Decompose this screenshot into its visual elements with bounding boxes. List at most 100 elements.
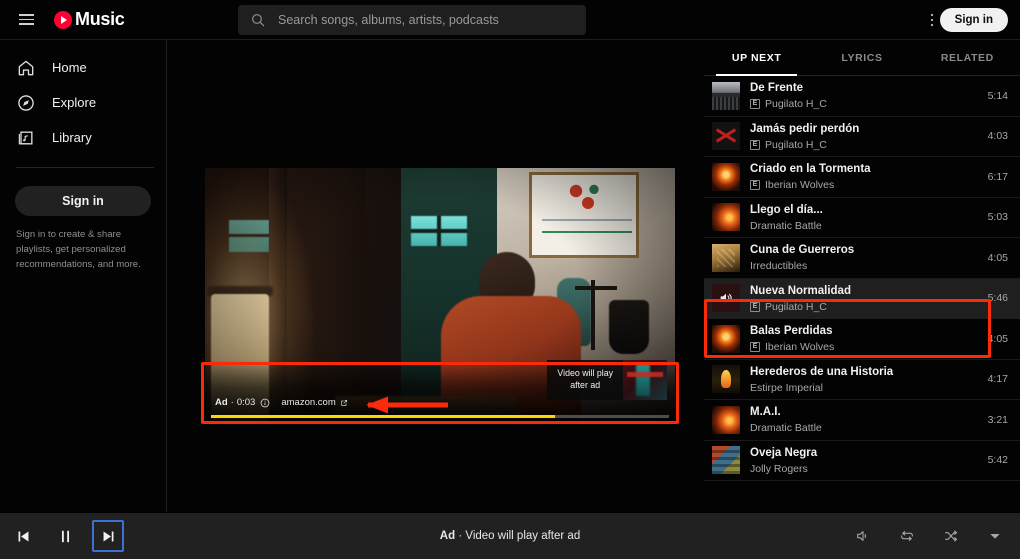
tab-related[interactable]: RELATED bbox=[915, 40, 1020, 75]
track-title: Jamás pedir perdón bbox=[750, 122, 980, 137]
track-subtitle: Estirpe Imperial bbox=[750, 382, 980, 394]
playback-controls bbox=[8, 520, 124, 552]
queue-item-current[interactable]: Nueva NormalidadEPugilato H_C5:46 bbox=[704, 279, 1020, 320]
track-subtitle: EPugilato H_C bbox=[750, 98, 980, 110]
track-artist: Iberian Wolves bbox=[765, 341, 834, 353]
track-duration: 4:17 bbox=[988, 373, 1008, 385]
next-button[interactable] bbox=[92, 520, 124, 552]
track-duration: 5:03 bbox=[988, 211, 1008, 223]
previous-button[interactable] bbox=[8, 521, 38, 551]
repeat-button[interactable] bbox=[892, 521, 922, 551]
track-artist: Pugilato H_C bbox=[765, 98, 827, 110]
track-artist: Estirpe Imperial bbox=[750, 382, 823, 394]
queue-item[interactable]: Balas PerdidasEIberian Wolves4:05 bbox=[704, 319, 1020, 360]
queue-item[interactable]: M.A.I. Dramatic Battle 3:21 bbox=[704, 400, 1020, 441]
track-duration: 5:14 bbox=[988, 90, 1008, 102]
up-next-list: De FrenteEPugilato H_C 5:14 Jamás pedir pe… bbox=[704, 76, 1020, 481]
track-info: Nueva NormalidadEPugilato H_C bbox=[750, 284, 980, 313]
track-title: Herederos de una Historia bbox=[750, 365, 980, 380]
youtube-music-app: Music Sign in Home Explore bbox=[0, 0, 1020, 559]
track-thumbnail bbox=[712, 365, 740, 393]
brand-title: Music bbox=[75, 9, 125, 30]
search-bar[interactable] bbox=[238, 5, 586, 35]
signin-button-topbar[interactable]: Sign in bbox=[940, 8, 1008, 32]
queue-item[interactable]: Llego el día...Dramatic Battle5:03 bbox=[704, 198, 1020, 239]
pause-button[interactable] bbox=[50, 521, 80, 551]
player-right-controls bbox=[848, 521, 1010, 551]
sidebar-item-home[interactable]: Home bbox=[0, 50, 166, 85]
track-artist: Jolly Rogers bbox=[750, 463, 808, 475]
track-artist: Irreductibles bbox=[750, 260, 807, 272]
next-video-thumbnail bbox=[623, 360, 667, 400]
brand-logo[interactable]: Music bbox=[54, 9, 125, 30]
queue-item[interactable]: De FrenteEPugilato H_C 5:14 bbox=[704, 76, 1020, 117]
top-bar: Music Sign in bbox=[0, 0, 1020, 40]
track-subtitle: Irreductibles bbox=[750, 260, 980, 272]
ad-metadata: Ad · 0:03 amazon.com bbox=[215, 397, 348, 408]
library-icon bbox=[16, 128, 36, 148]
video-after-ad-badge[interactable]: Video will play after ad bbox=[547, 360, 667, 400]
expand-button[interactable] bbox=[980, 521, 1010, 551]
track-artist: Pugilato H_C bbox=[765, 301, 827, 313]
track-info: Jamás pedir perdónEPugilato H_C bbox=[750, 122, 980, 151]
queue-item[interactable]: Oveja Negra Jolly Rogers 5:42 bbox=[704, 441, 1020, 482]
speaker-icon bbox=[718, 290, 734, 306]
track-thumbnail bbox=[712, 284, 740, 312]
volume-button[interactable] bbox=[848, 521, 878, 551]
player-bar: Ad · Video will play after ad bbox=[0, 512, 1020, 559]
shuffle-button[interactable] bbox=[936, 521, 966, 551]
track-info: Cuna de Guerreros Irreductibles bbox=[750, 243, 980, 272]
queue-item[interactable]: Criado en la TormentaEIberian Wolves6:17 bbox=[704, 157, 1020, 198]
ad-progress-fill bbox=[211, 415, 555, 418]
playerbar-status-text: Video will play after ad bbox=[465, 530, 580, 542]
hamburger-icon[interactable] bbox=[6, 0, 46, 40]
tab-lyrics[interactable]: LYRICS bbox=[809, 40, 914, 75]
track-subtitle: EPugilato H_C bbox=[750, 301, 980, 313]
track-title: Oveja Negra bbox=[750, 446, 980, 461]
sidebar-item-label: Home bbox=[52, 60, 87, 75]
home-icon bbox=[16, 58, 36, 78]
pause-icon bbox=[57, 528, 74, 545]
track-subtitle: Jolly Rogers bbox=[750, 463, 980, 475]
sidebar-item-library[interactable]: Library bbox=[0, 120, 166, 155]
track-duration: 4:05 bbox=[988, 252, 1008, 264]
track-artist: Iberian Wolves bbox=[765, 179, 834, 191]
ad-progress-bar[interactable] bbox=[211, 415, 669, 418]
info-circle-icon[interactable] bbox=[260, 398, 270, 408]
queue-item[interactable]: Cuna de Guerreros Irreductibles 4:05 bbox=[704, 238, 1020, 279]
track-artist: Dramatic Battle bbox=[750, 422, 822, 434]
track-duration: 5:42 bbox=[988, 454, 1008, 466]
sidebar: Home Explore Library Sign in Sign in to … bbox=[0, 40, 167, 512]
track-title: Criado en la Tormenta bbox=[750, 162, 980, 177]
search-input[interactable] bbox=[278, 13, 574, 27]
skip-previous-icon bbox=[15, 528, 32, 545]
video-player[interactable]: Video will play after ad Ad · 0:03 amazo… bbox=[205, 168, 675, 422]
track-duration: 4:05 bbox=[988, 333, 1008, 345]
ad-remaining-time: 0:03 bbox=[237, 397, 256, 408]
track-thumbnail bbox=[712, 163, 740, 191]
ad-separator: · bbox=[231, 397, 234, 408]
track-subtitle: Dramatic Battle bbox=[750, 422, 980, 434]
main-content: Video will play after ad Ad · 0:03 amazo… bbox=[167, 40, 704, 512]
track-title: Llego el día... bbox=[750, 203, 980, 218]
track-duration: 3:21 bbox=[988, 414, 1008, 426]
sidebar-item-explore[interactable]: Explore bbox=[0, 85, 166, 120]
track-thumbnail bbox=[712, 203, 740, 231]
ad-advertiser-url[interactable]: amazon.com bbox=[281, 397, 335, 408]
track-title: Cuna de Guerreros bbox=[750, 243, 980, 258]
queue-item[interactable]: Herederos de una Historia Estirpe Imperia… bbox=[704, 360, 1020, 401]
skip-next-icon bbox=[100, 528, 117, 545]
queue-panel: UP NEXTLYRICSRELATED De FrenteEPugilato … bbox=[704, 40, 1020, 512]
tab-up-next[interactable]: UP NEXT bbox=[704, 40, 809, 75]
playerbar-ad-label: Ad bbox=[440, 530, 455, 542]
track-title: M.A.I. bbox=[750, 405, 980, 420]
signin-button-sidebar[interactable]: Sign in bbox=[15, 186, 151, 216]
track-info: De FrenteEPugilato H_C bbox=[750, 81, 980, 110]
track-info: Criado en la TormentaEIberian Wolves bbox=[750, 162, 980, 191]
track-thumbnail bbox=[712, 122, 740, 150]
queue-tabs: UP NEXTLYRICSRELATED bbox=[704, 40, 1020, 76]
external-link-icon[interactable] bbox=[340, 399, 348, 407]
queue-item[interactable]: Jamás pedir perdónEPugilato H_C4:03 bbox=[704, 117, 1020, 158]
track-subtitle: EIberian Wolves bbox=[750, 341, 980, 353]
track-thumbnail bbox=[712, 446, 740, 474]
